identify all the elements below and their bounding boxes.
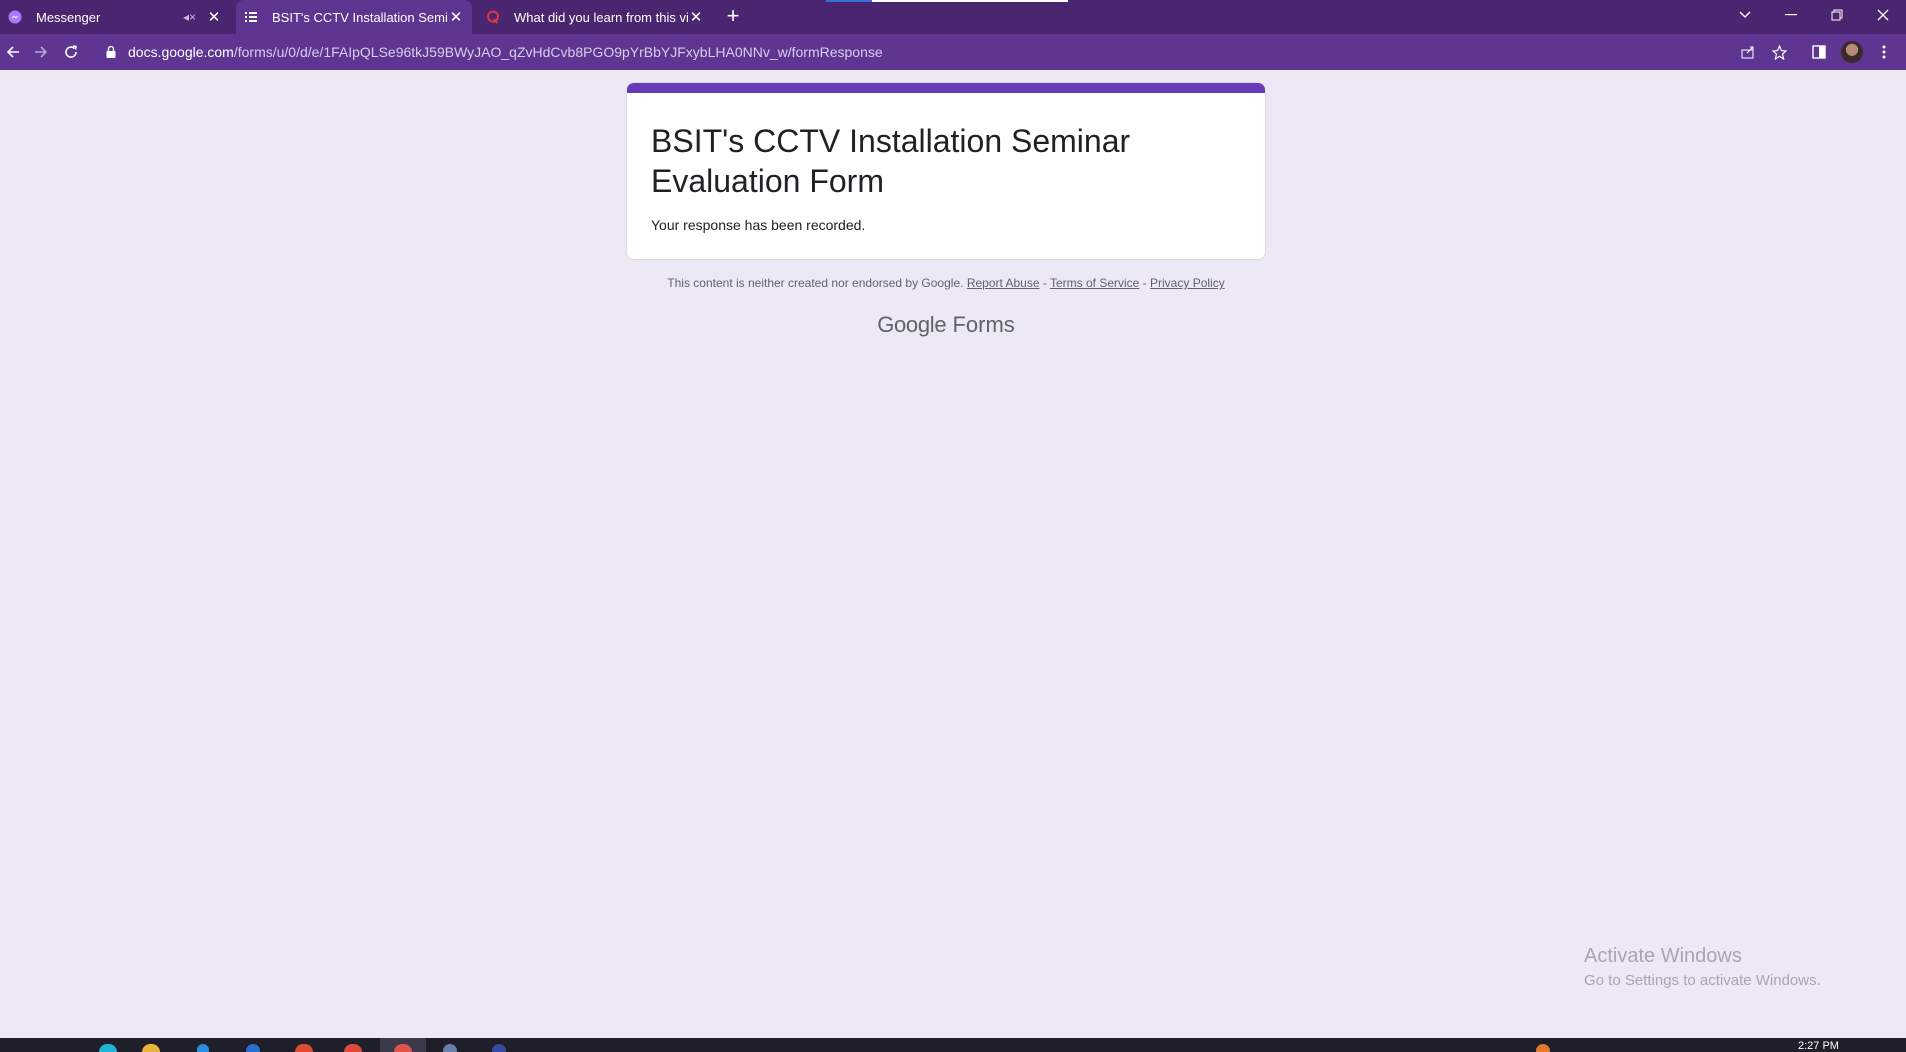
edge-taskbar-icon[interactable]	[99, 1044, 117, 1052]
close-tab-icon[interactable]: ✕	[206, 9, 222, 26]
separator: -	[1139, 276, 1151, 290]
lock-icon[interactable]	[104, 45, 118, 59]
tab-quora[interactable]: What did you learn from this vid ✕	[478, 0, 712, 34]
file-explorer-taskbar-icon[interactable]	[142, 1044, 160, 1052]
forward-icon[interactable]	[28, 39, 54, 65]
app-taskbar-icon[interactable]	[344, 1044, 362, 1052]
google-forms-logo[interactable]: Google Forms	[626, 312, 1266, 338]
brand-google: Google	[877, 312, 947, 337]
speaker-muted-icon[interactable]: ◂×	[183, 10, 196, 24]
restore-icon[interactable]	[1814, 0, 1860, 30]
tab-title: BSIT's CCTV Installation Seminar	[272, 9, 448, 25]
confirmation-message: Your response has been recorded.	[651, 217, 866, 233]
privacy-link[interactable]: Privacy Policy	[1150, 276, 1225, 290]
app-taskbar-icon[interactable]	[492, 1044, 506, 1052]
tab-title: What did you learn from this vid	[514, 9, 688, 25]
minimize-icon[interactable]	[1768, 0, 1814, 30]
app-taskbar-icon[interactable]	[443, 1044, 457, 1052]
close-tab-icon[interactable]: ✕	[448, 9, 464, 26]
close-tab-icon[interactable]: ✕	[688, 9, 704, 26]
watermark-subtext: Go to Settings to activate Windows.	[1584, 972, 1821, 989]
form-accent-bar	[627, 83, 1265, 93]
disclaimer-text: This content is neither created nor endo…	[667, 276, 964, 290]
activate-windows-watermark: Activate Windows Go to Settings to activ…	[1584, 945, 1821, 989]
reload-icon[interactable]	[58, 39, 84, 65]
back-icon[interactable]	[0, 39, 26, 65]
tab-title: Messenger	[36, 9, 101, 25]
address-bar[interactable]: docs.google.com/forms/u/0/d/e/1FAIpQLSe9…	[94, 37, 1788, 67]
loading-indicator	[826, 0, 872, 2]
store-taskbar-icon[interactable]	[197, 1044, 209, 1052]
tab-cctv-form[interactable]: BSIT's CCTV Installation Seminar ✕	[236, 0, 472, 34]
side-panel-icon[interactable]	[1808, 41, 1830, 63]
chrome-taskbar-icon[interactable]	[394, 1044, 412, 1052]
messenger-icon	[8, 10, 22, 24]
windows-taskbar: 2:27 PM	[0, 1038, 1906, 1052]
browser-title-bar: Messenger ◂× ✕ BSIT's CCTV Installation …	[0, 0, 1906, 34]
terms-link[interactable]: Terms of Service	[1050, 276, 1139, 290]
new-tab-button[interactable]: +	[722, 5, 744, 28]
brand-forms: Forms	[952, 312, 1015, 337]
share-icon[interactable]	[1737, 41, 1759, 63]
loading-indicator	[872, 0, 1068, 2]
menu-kebab-icon[interactable]	[1873, 41, 1895, 63]
bookmark-star-icon[interactable]	[1768, 41, 1790, 63]
profile-avatar[interactable]	[1841, 41, 1863, 63]
tab-search-icon[interactable]	[1722, 0, 1768, 30]
url-text[interactable]: docs.google.com/forms/u/0/d/e/1FAIpQLSe9…	[128, 44, 883, 60]
app-taskbar-icon[interactable]	[246, 1044, 260, 1052]
quora-icon	[487, 10, 499, 24]
taskbar-clock[interactable]: 2:27 PM	[1798, 1040, 1839, 1052]
report-abuse-link[interactable]: Report Abuse	[967, 276, 1040, 290]
browser-toolbar: docs.google.com/forms/u/0/d/e/1FAIpQLSe9…	[0, 34, 1906, 70]
close-window-icon[interactable]	[1860, 0, 1906, 30]
tray-icon[interactable]	[1536, 1044, 1550, 1052]
form-title: BSIT's CCTV Installation Seminar Evaluat…	[651, 123, 1131, 199]
url-path: /forms/u/0/d/e/1FAIpQLSe96tkJ59BWyJAO_qZ…	[233, 44, 883, 60]
url-host: docs.google.com	[128, 44, 234, 60]
form-response-card: BSIT's CCTV Installation Seminar Evaluat…	[626, 82, 1266, 260]
footer-disclaimer: This content is neither created nor endo…	[626, 276, 1266, 290]
forms-icon	[245, 12, 257, 22]
separator: -	[1039, 276, 1050, 290]
app-taskbar-icon[interactable]	[295, 1044, 313, 1052]
watermark-heading: Activate Windows	[1584, 945, 1742, 967]
tab-messenger[interactable]: Messenger ◂× ✕	[0, 0, 230, 34]
